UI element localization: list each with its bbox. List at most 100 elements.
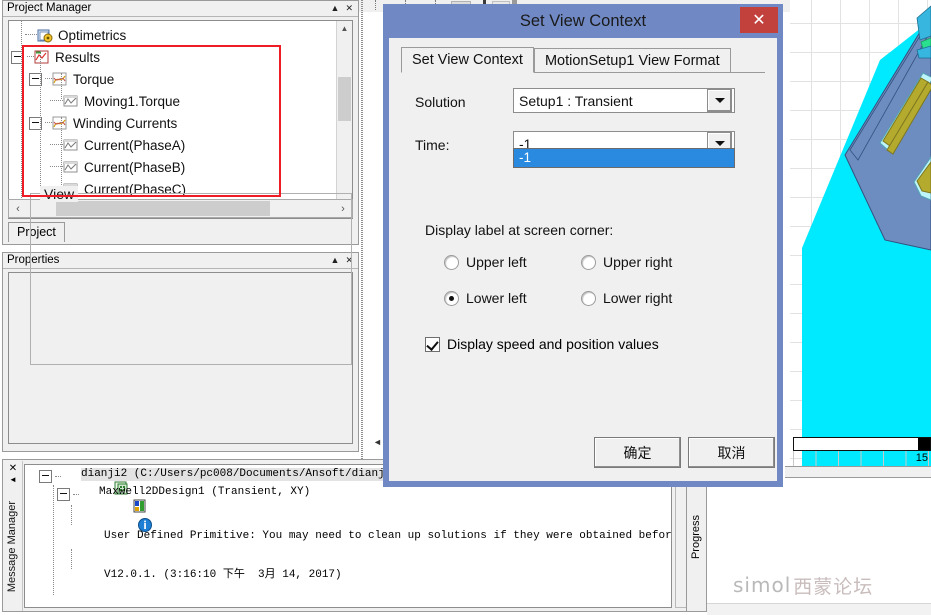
radio-label: Lower right <box>603 290 673 306</box>
project-tree-list: Optimetrics Results Torque Moving1.Torqu… <box>9 21 339 200</box>
message-text: User Defined Primitive: You may need to … <box>104 530 672 542</box>
tree-item-label: Winding Currents <box>73 115 178 131</box>
progress-rail-label: Progress <box>689 515 702 560</box>
watermark-brand: simol <box>733 573 792 597</box>
watermark-cn: 西蒙论坛 <box>793 575 874 598</box>
time-dropdown-list[interactable]: -1 <box>513 148 735 168</box>
panel-title-text: Project Manager <box>7 2 92 14</box>
tree-item-label: Moving1.Torque <box>84 93 181 109</box>
model-view[interactable] <box>790 0 931 470</box>
model-view-bottom-edge <box>785 466 931 478</box>
tree-guide-line <box>53 485 54 595</box>
radio-upper-right[interactable]: Upper right <box>581 254 672 270</box>
radio-label: Lower left <box>466 290 527 306</box>
close-icon[interactable]: ✕ <box>345 4 353 13</box>
tree-expander-icon[interactable] <box>39 470 52 483</box>
design-icon <box>79 486 146 513</box>
tree-item-moving1-torque[interactable]: Moving1.Torque <box>9 90 339 112</box>
checkbox-indicator <box>425 336 440 352</box>
motor-cross-section <box>802 5 931 470</box>
tree-item-label: Optimetrics <box>58 27 127 43</box>
radio-label: Upper left <box>466 254 527 270</box>
radio-lower-right[interactable]: Lower right <box>581 290 672 306</box>
tab-motionsetup1-view-format[interactable]: MotionSetup1 View Format <box>533 48 731 73</box>
dialog-title-text: Set View Context <box>519 12 647 30</box>
tree-connector <box>45 78 52 80</box>
view-group-caption: View <box>40 186 79 202</box>
radio-indicator <box>581 290 596 306</box>
chevron-left-icon[interactable]: ‹ <box>9 200 27 217</box>
tab-set-view-context[interactable]: Set View Context <box>401 47 534 73</box>
info-icon <box>84 504 152 532</box>
tree-item-label: Current(PhaseB) <box>84 159 186 175</box>
checkbox-label: Display speed and position values <box>447 336 659 352</box>
project-manager-titlebar: Project Manager ▲ ✕ <box>3 1 358 17</box>
chevron-down-icon[interactable] <box>707 89 732 112</box>
time-option-selected[interactable]: -1 <box>514 149 734 167</box>
report-icon <box>52 116 68 131</box>
chevron-up-icon[interactable]: ▲ <box>337 21 352 36</box>
tree-expander-icon[interactable] <box>11 50 24 64</box>
splitter-collapse-icon[interactable]: ◄ <box>372 437 383 448</box>
tree-item-torque[interactable]: Torque <box>9 68 339 90</box>
tree-guide-line <box>61 73 62 99</box>
tree-connector <box>27 56 34 58</box>
watermark: simol 西蒙论坛 <box>733 570 931 600</box>
dialog-tabs: Set View Context MotionSetup1 View Forma… <box>401 47 731 73</box>
tree-guide-line <box>71 549 72 569</box>
set-view-context-dialog: Set View Context ✕ Set View Context Moti… <box>383 4 783 487</box>
trace-icon <box>63 160 79 175</box>
radio-indicator-selected <box>444 290 459 306</box>
tree-item-optimetrics[interactable]: Optimetrics <box>9 24 339 46</box>
trace-icon <box>63 138 79 153</box>
project-icon <box>61 468 128 495</box>
ok-button[interactable]: 确定 <box>594 437 681 468</box>
close-icon[interactable]: ✕ <box>740 7 778 33</box>
message-row[interactable]: User Defined Primitive: You may need to … <box>25 501 672 607</box>
tree-expander-icon[interactable] <box>57 488 70 501</box>
scale-bar-end <box>918 438 930 450</box>
tree-item-current-phasea[interactable]: Current(PhaseA) <box>9 134 339 156</box>
chevron-up-icon[interactable]: ▲ <box>331 4 340 13</box>
solution-label: Solution <box>415 94 466 110</box>
tree-guide-line <box>61 117 62 191</box>
message-text: dianji2 (C:/Users/pc008/Documents/Ansoft… <box>81 468 405 481</box>
view-group-box <box>30 193 352 365</box>
message-manager-rail-label: Message Manager <box>6 501 18 593</box>
tree-item-label: Torque <box>73 71 115 87</box>
scrollbar-thumb[interactable] <box>338 77 351 121</box>
dialog-titlebar[interactable]: Set View Context ✕ <box>383 4 783 38</box>
radio-indicator <box>444 254 459 270</box>
tree-connector <box>50 100 63 102</box>
cancel-button[interactable]: 取消 <box>688 437 775 468</box>
time-label: Time: <box>415 137 450 153</box>
tree-item-label: Current(PhaseA) <box>84 137 186 153</box>
checkbox-display-speed-position[interactable]: Display speed and position values <box>425 336 659 352</box>
scale-value: 15 <box>915 452 928 464</box>
chevron-up-icon[interactable]: ◄ <box>4 475 22 485</box>
tree-connector <box>45 122 52 124</box>
status-bar <box>707 603 931 615</box>
close-icon[interactable]: ✕ <box>4 461 22 475</box>
solution-combobox[interactable]: Setup1 : Transient <box>513 88 735 113</box>
trace-icon <box>63 94 79 109</box>
solution-value: Setup1 : Transient <box>519 92 633 109</box>
report-icon <box>52 72 68 87</box>
scale-bar <box>793 437 931 451</box>
tree-item-results[interactable]: Results <box>9 46 339 68</box>
toolbar-gripper <box>375 0 377 10</box>
message-text: Maxwell2DDesign1 (Transient, XY) <box>99 486 311 498</box>
radio-upper-left[interactable]: Upper left <box>444 254 527 270</box>
tree-guide-line <box>40 51 41 196</box>
tree-guide-line <box>71 505 72 525</box>
panel-splitter[interactable] <box>361 0 363 470</box>
tree-connector <box>25 34 37 36</box>
radio-lower-left[interactable]: Lower left <box>444 290 527 306</box>
tree-item-label: Results <box>55 49 101 65</box>
cancel-button-label: 取消 <box>717 444 746 461</box>
ok-button-label: 确定 <box>623 444 652 461</box>
tree-vertical-scrollbar[interactable]: ▲ ▼ <box>336 21 352 218</box>
tree-item-winding-currents[interactable]: Winding Currents <box>9 112 339 134</box>
message-manager-rail: ✕ ◄ Message Manager <box>4 461 23 611</box>
tree-item-current-phaseb[interactable]: Current(PhaseB) <box>9 156 339 178</box>
